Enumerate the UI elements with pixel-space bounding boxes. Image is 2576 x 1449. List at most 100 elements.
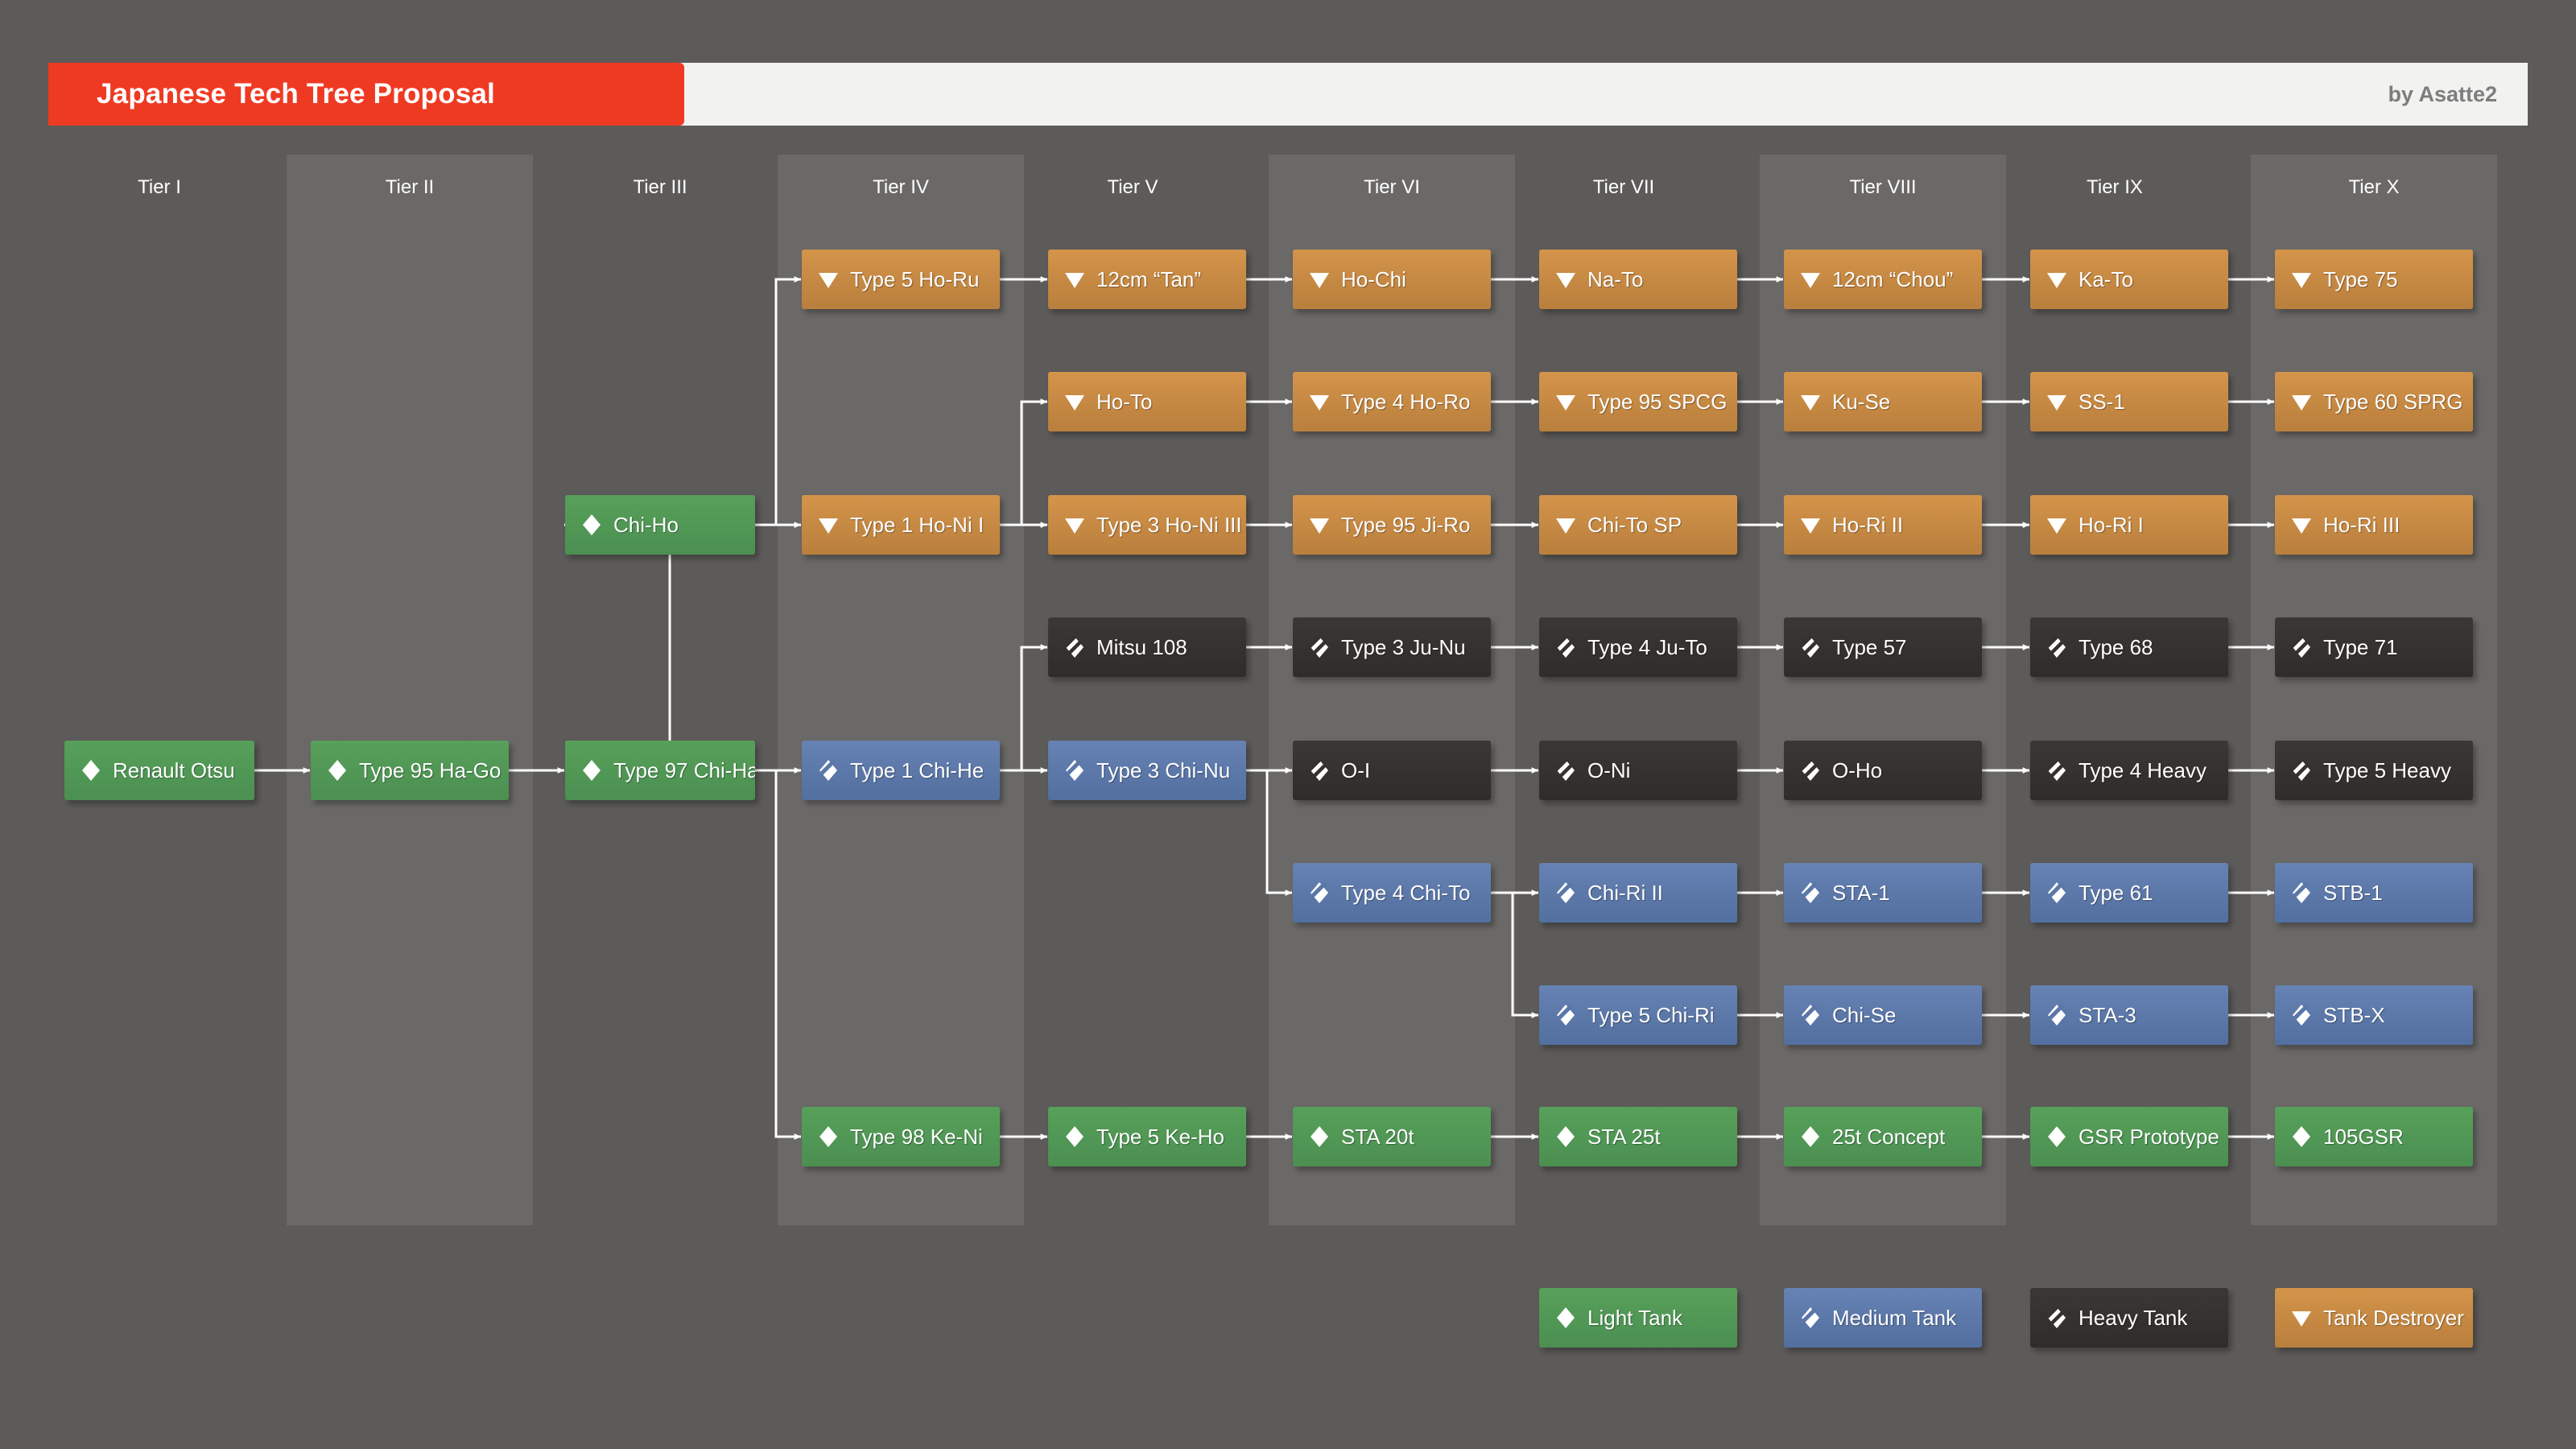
node-type-95-ji-ro[interactable]: Type 95 Ji-Ro <box>1293 495 1491 555</box>
node-type-5-ho-ru[interactable]: Type 5 Ho-Ru <box>802 250 1000 309</box>
node-label: Type 95 Ha-Go <box>359 758 502 782</box>
down-triangle-icon <box>1554 390 1578 414</box>
node-type-61[interactable]: Type 61 <box>2030 863 2228 923</box>
node-o-ni[interactable]: O-Ni <box>1539 741 1737 800</box>
node-type-3-ju-nu[interactable]: Type 3 Ju-Nu <box>1293 617 1491 677</box>
node-type-1-chi-he[interactable]: Type 1 Chi-He <box>802 741 1000 800</box>
node-type-1-ho-ni-i[interactable]: Type 1 Ho-Ni I <box>802 495 1000 555</box>
node-type-71[interactable]: Type 71 <box>2275 617 2473 677</box>
node-mitsu-108[interactable]: Mitsu 108 <box>1048 617 1246 677</box>
node-label: Type 95 SPCG <box>1587 389 1728 414</box>
legend-label: Light Tank <box>1587 1305 1683 1330</box>
node-label: Type 4 Heavy <box>2079 758 2207 782</box>
diamond-icon <box>1554 1306 1578 1330</box>
diamond-icon <box>2289 1125 2314 1149</box>
legend-item-light: Light Tank <box>1539 1288 1737 1348</box>
node-type-57[interactable]: Type 57 <box>1784 617 1982 677</box>
legend-item-td: Tank Destroyer <box>2275 1288 2473 1348</box>
node-label: O-Ni <box>1587 758 1631 782</box>
node-label: Type 75 <box>2323 266 2398 291</box>
down-triangle-icon <box>1307 390 1331 414</box>
node-type-97-chi-ha[interactable]: Type 97 Chi-Ha <box>565 741 755 800</box>
down-triangle-icon <box>2289 390 2314 414</box>
node-label: Type 97 Chi-Ha <box>613 758 755 782</box>
node-label: Chi-Ri II <box>1587 880 1663 905</box>
split-diamond-icon <box>1798 1003 1823 1027</box>
tech-tree-page: Tier I Tier II Tier III Tier IV Tier V Tier V… <box>0 0 2576 1449</box>
node-label: Ku-Se <box>1832 389 1891 414</box>
node-ho-to[interactable]: Ho-To <box>1048 372 1246 431</box>
node-label: STB-X <box>2323 1002 2385 1027</box>
node-ho-ri-ii[interactable]: Ho-Ri II <box>1784 495 1982 555</box>
triple-diamond-icon <box>1798 758 1823 782</box>
node-label: O-I <box>1341 758 1371 782</box>
node-label: Chi-Ho <box>613 512 679 537</box>
node-label: 12cm “Chou” <box>1832 266 1954 291</box>
node-105gsr[interactable]: 105GSR <box>2275 1107 2473 1166</box>
down-triangle-icon <box>1063 513 1087 537</box>
node-sta-1[interactable]: STA-1 <box>1784 863 1982 923</box>
node-chi-se[interactable]: Chi-Se <box>1784 985 1982 1045</box>
node-type-4-ho-ro[interactable]: Type 4 Ho-Ro <box>1293 372 1491 431</box>
node-label: Type 98 Ke-Ni <box>850 1124 983 1149</box>
diamond-icon <box>79 758 103 782</box>
node-25t-concept[interactable]: 25t Concept <box>1784 1107 1982 1166</box>
down-triangle-icon <box>1798 390 1823 414</box>
node-type-4-ju-to[interactable]: Type 4 Ju-To <box>1539 617 1737 677</box>
node-type-95-ha-go[interactable]: Type 95 Ha-Go <box>311 741 509 800</box>
node-label: Type 1 Ho-Ni I <box>850 512 985 537</box>
legend-item-medium: Medium Tank <box>1784 1288 1982 1348</box>
node-chi-ri-ii[interactable]: Chi-Ri II <box>1539 863 1737 923</box>
node-sta-25t[interactable]: STA 25t <box>1539 1107 1737 1166</box>
node-ho-chi[interactable]: Ho-Chi <box>1293 250 1491 309</box>
tier-label-4: Tier IV <box>873 176 929 198</box>
node-type-5-heavy[interactable]: Type 5 Heavy <box>2275 741 2473 800</box>
node-type-3-ho-ni-iii[interactable]: Type 3 Ho-Ni III <box>1048 495 1246 555</box>
node-label: Type 71 <box>2323 634 2398 659</box>
node-ho-ri-iii[interactable]: Ho-Ri III <box>2275 495 2473 555</box>
triple-diamond-icon <box>1307 635 1331 659</box>
triple-diamond-icon <box>2045 758 2069 782</box>
node-12cm-tan[interactable]: 12cm “Tan” <box>1048 250 1246 309</box>
node-ss-1[interactable]: SS-1 <box>2030 372 2228 431</box>
node-ho-ri-i[interactable]: Ho-Ri I <box>2030 495 2228 555</box>
node-label: STA-1 <box>1832 880 1890 905</box>
node-o-ho[interactable]: O-Ho <box>1784 741 1982 800</box>
split-diamond-icon <box>1798 881 1823 905</box>
node-label: Ho-Ri I <box>2079 512 2144 537</box>
down-triangle-icon <box>1307 267 1331 291</box>
node-type-98-ke-ni[interactable]: Type 98 Ke-Ni <box>802 1107 1000 1166</box>
node-label: Type 3 Ho-Ni III <box>1096 512 1242 537</box>
node-type-5-chi-ri[interactable]: Type 5 Chi-Ri <box>1539 985 1737 1045</box>
node-renault-otsu[interactable]: Renault Otsu <box>64 741 254 800</box>
diamond-icon <box>325 758 349 782</box>
node-type-68[interactable]: Type 68 <box>2030 617 2228 677</box>
node-o-i[interactable]: O-I <box>1293 741 1491 800</box>
node-type-5-ke-ho[interactable]: Type 5 Ke-Ho <box>1048 1107 1246 1166</box>
node-chi-ho[interactable]: Chi-Ho <box>565 495 755 555</box>
down-triangle-icon <box>1554 267 1578 291</box>
node-type-4-chi-to[interactable]: Type 4 Chi-To <box>1293 863 1491 923</box>
node-label: Type 5 Ho-Ru <box>850 266 980 291</box>
node-type-3-chi-nu[interactable]: Type 3 Chi-Nu <box>1048 741 1246 800</box>
split-diamond-icon <box>1798 1306 1823 1330</box>
node-chi-to-sp[interactable]: Chi-To SP <box>1539 495 1737 555</box>
down-triangle-icon <box>2289 513 2314 537</box>
node-na-to[interactable]: Na-To <box>1539 250 1737 309</box>
node-sta-3[interactable]: STA-3 <box>2030 985 2228 1045</box>
down-triangle-icon <box>2289 1306 2314 1330</box>
node-12cm-chou[interactable]: 12cm “Chou” <box>1784 250 1982 309</box>
tier-band <box>287 155 533 1225</box>
node-type-60-sprg[interactable]: Type 60 SPRG <box>2275 372 2473 431</box>
node-label: O-Ho <box>1832 758 1883 782</box>
node-stb-x[interactable]: STB-X <box>2275 985 2473 1045</box>
node-ku-se[interactable]: Ku-Se <box>1784 372 1982 431</box>
node-type-75[interactable]: Type 75 <box>2275 250 2473 309</box>
node-stb-1[interactable]: STB-1 <box>2275 863 2473 923</box>
node-sta-20t[interactable]: STA 20t <box>1293 1107 1491 1166</box>
node-ka-to[interactable]: Ka-To <box>2030 250 2228 309</box>
node-label: 105GSR <box>2323 1124 2404 1149</box>
node-type-4-heavy[interactable]: Type 4 Heavy <box>2030 741 2228 800</box>
node-type-95-spcg[interactable]: Type 95 SPCG <box>1539 372 1737 431</box>
node-gsr-prototype[interactable]: GSR Prototype <box>2030 1107 2228 1166</box>
